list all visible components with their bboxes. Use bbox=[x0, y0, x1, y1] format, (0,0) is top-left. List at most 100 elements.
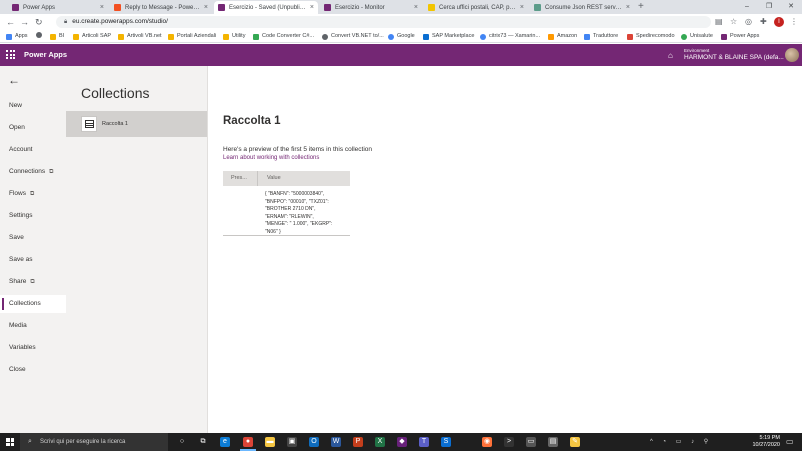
bookmark-convert-vb[interactable]: Convert VB.NET to/... bbox=[322, 32, 384, 41]
microsoft-favicon-icon bbox=[114, 4, 121, 11]
outlook-icon[interactable]: O bbox=[309, 437, 319, 447]
remote-desktop-icon[interactable]: ▭ bbox=[526, 437, 536, 447]
nav-item-new[interactable]: New bbox=[0, 97, 66, 115]
sql-icon[interactable]: ▤ bbox=[548, 437, 558, 447]
word-icon[interactable]: W bbox=[331, 437, 341, 447]
nav-item-share[interactable]: Share ⧉ bbox=[0, 273, 66, 291]
back-button[interactable]: ← bbox=[6, 16, 15, 28]
nav-item-variables[interactable]: Variables bbox=[0, 339, 66, 357]
nav-item-media[interactable]: Media bbox=[0, 317, 66, 335]
nav-item-connections[interactable]: Connections ⧉ bbox=[0, 163, 66, 181]
terminal-icon[interactable]: > bbox=[504, 437, 514, 447]
bookmark-utility[interactable]: Utility bbox=[223, 32, 245, 41]
bookmark-amazon[interactable]: Amazon bbox=[548, 32, 577, 41]
bookmark-code-converter[interactable]: Code Converter C#... bbox=[253, 32, 314, 41]
profile-avatar[interactable]: I bbox=[774, 17, 784, 27]
environment-name[interactable]: HARMONT & BLAINE SPA (defa... bbox=[684, 54, 784, 62]
reload-button[interactable]: ↻ bbox=[35, 16, 43, 28]
clock-time[interactable]: 5:19 PM bbox=[752, 435, 780, 442]
window-close-button[interactable]: ✕ bbox=[780, 0, 802, 14]
preview-description: Here's a preview of the first 5 items in… bbox=[223, 146, 372, 153]
app-launcher-icon[interactable] bbox=[6, 50, 15, 59]
close-icon[interactable]: × bbox=[100, 2, 104, 14]
minimize-button[interactable]: – bbox=[736, 0, 758, 14]
bookmark-portali[interactable]: Portali Aziendali bbox=[168, 32, 216, 41]
external-link-icon: ⧉ bbox=[49, 169, 54, 175]
collections-title: Collections bbox=[81, 85, 150, 101]
bookmark-articoli-sap[interactable]: Articoli SAP bbox=[73, 32, 111, 41]
windows-start-icon[interactable] bbox=[6, 438, 14, 446]
translate-icon[interactable]: ▤ bbox=[715, 17, 723, 27]
learn-more-link[interactable]: Learn about working with collections bbox=[223, 154, 319, 162]
browser-tab[interactable]: Power Apps × bbox=[8, 1, 108, 14]
teams-icon[interactable]: T bbox=[419, 437, 429, 447]
close-icon[interactable]: × bbox=[520, 2, 524, 14]
column-header[interactable]: Pres... bbox=[223, 171, 258, 186]
system-tray-icons[interactable]: ^ ◔ ▭ ♪ ⚲ bbox=[650, 437, 712, 447]
browser-tab-bar: Power Apps × Reply to Message - Power Pl… bbox=[0, 0, 802, 14]
taskbar-search-input[interactable]: ⌕ Scrivi qui per eseguire la ricerca bbox=[20, 433, 168, 451]
nav-item-close[interactable]: Close bbox=[0, 361, 66, 379]
bookmark-google[interactable]: Google bbox=[388, 32, 415, 41]
notification-icon[interactable]: ▭ bbox=[786, 437, 794, 447]
nav-item-save-as[interactable]: Save as bbox=[0, 251, 66, 269]
close-icon[interactable]: × bbox=[626, 2, 630, 14]
bookmark-citrix[interactable]: citrix73 — Xamarin... bbox=[480, 32, 540, 41]
new-tab-button[interactable]: + bbox=[638, 1, 644, 13]
bookmark-sap-marketplace[interactable]: SAP Marketplace bbox=[423, 32, 474, 41]
puzzle-icon[interactable]: ✚ bbox=[760, 17, 767, 27]
excel-icon[interactable]: X bbox=[375, 437, 385, 447]
clock-date[interactable]: 10/27/2020 bbox=[748, 442, 780, 449]
bookmark-bi[interactable]: BI bbox=[50, 32, 64, 41]
power-apps-favicon-icon bbox=[218, 4, 225, 11]
bookmark-star-icon[interactable]: ☆ bbox=[730, 17, 737, 27]
bookmark-unisalute[interactable]: Unisalute bbox=[681, 32, 713, 41]
search-icon: ⌕ bbox=[28, 438, 32, 445]
back-arrow-icon[interactable]: ← bbox=[8, 74, 20, 86]
file-explorer-icon[interactable]: ▬ bbox=[265, 437, 275, 447]
maximize-button[interactable]: ❐ bbox=[758, 0, 780, 14]
table-cell-value: { "BANFN": "5000003840", "BNFPO": "00010… bbox=[265, 191, 333, 235]
nav-item-flows[interactable]: Flows ⧉ bbox=[0, 185, 66, 203]
close-icon[interactable]: × bbox=[204, 2, 208, 14]
cortana-icon[interactable]: ○ bbox=[177, 437, 187, 447]
extension-icon[interactable]: ◎ bbox=[745, 17, 752, 27]
bookmark-artivoli-vb[interactable]: Artivoli VB.net bbox=[118, 32, 162, 41]
forward-button[interactable]: → bbox=[20, 16, 29, 28]
column-header[interactable]: Value bbox=[259, 171, 281, 186]
powerpoint-icon[interactable]: P bbox=[353, 437, 363, 447]
bookmark-traduttore[interactable]: Traduttore bbox=[584, 32, 618, 41]
firefox-icon[interactable]: ◉ bbox=[482, 437, 492, 447]
nav-item-open[interactable]: Open bbox=[0, 119, 66, 137]
bookmark-spedirecomodo[interactable]: Spedirecomodo bbox=[627, 32, 675, 41]
browser-tab[interactable]: Esercizio - Monitor × bbox=[320, 1, 422, 14]
bookmark-power-apps[interactable]: Power Apps bbox=[721, 32, 759, 41]
edge-icon[interactable]: e bbox=[220, 437, 230, 447]
avatar[interactable] bbox=[785, 48, 799, 62]
address-bar[interactable]: 🔒︎ eu.create.powerapps.com/studio/ bbox=[56, 16, 711, 28]
nav-item-save[interactable]: Save bbox=[0, 229, 66, 247]
visual-studio-icon[interactable]: ◆ bbox=[397, 437, 407, 447]
tab-label: Reply to Message - Power Platf... bbox=[125, 4, 201, 11]
menu-icon[interactable]: ⋮ bbox=[790, 17, 798, 27]
power-apps-icon bbox=[721, 33, 727, 40]
nav-item-collections[interactable]: Collections bbox=[0, 295, 66, 313]
bookmark-apps[interactable]: Apps bbox=[6, 32, 28, 41]
close-icon[interactable]: × bbox=[310, 2, 314, 14]
collection-list-item[interactable]: Raccolta 1 bbox=[66, 111, 207, 137]
nav-item-settings[interactable]: Settings bbox=[0, 207, 66, 225]
store-icon[interactable]: ▣ bbox=[287, 437, 297, 447]
chrome-icon[interactable]: ● bbox=[240, 437, 256, 451]
browser-tab[interactable]: Reply to Message - Power Platf... × bbox=[110, 1, 212, 14]
collection-preview: Raccolta 1 Here's a preview of the first… bbox=[208, 66, 802, 433]
tab-label: Cerca uffici postali, CAP, prodott... bbox=[439, 4, 517, 11]
nav-item-account[interactable]: Account bbox=[0, 141, 66, 159]
notes-icon[interactable]: ✎ bbox=[570, 437, 580, 447]
browser-tab[interactable]: Consume Json REST service with... × bbox=[530, 1, 634, 14]
close-icon[interactable]: × bbox=[414, 2, 418, 14]
browser-tab[interactable]: Cerca uffici postali, CAP, prodott... × bbox=[424, 1, 528, 14]
sap-icon[interactable]: S bbox=[441, 437, 451, 447]
bookmark-icon-only[interactable] bbox=[36, 32, 45, 38]
task-view-icon[interactable]: ⧉ bbox=[198, 437, 208, 447]
browser-tab-active[interactable]: Esercizio - Saved (Unpublished) × bbox=[214, 1, 318, 14]
